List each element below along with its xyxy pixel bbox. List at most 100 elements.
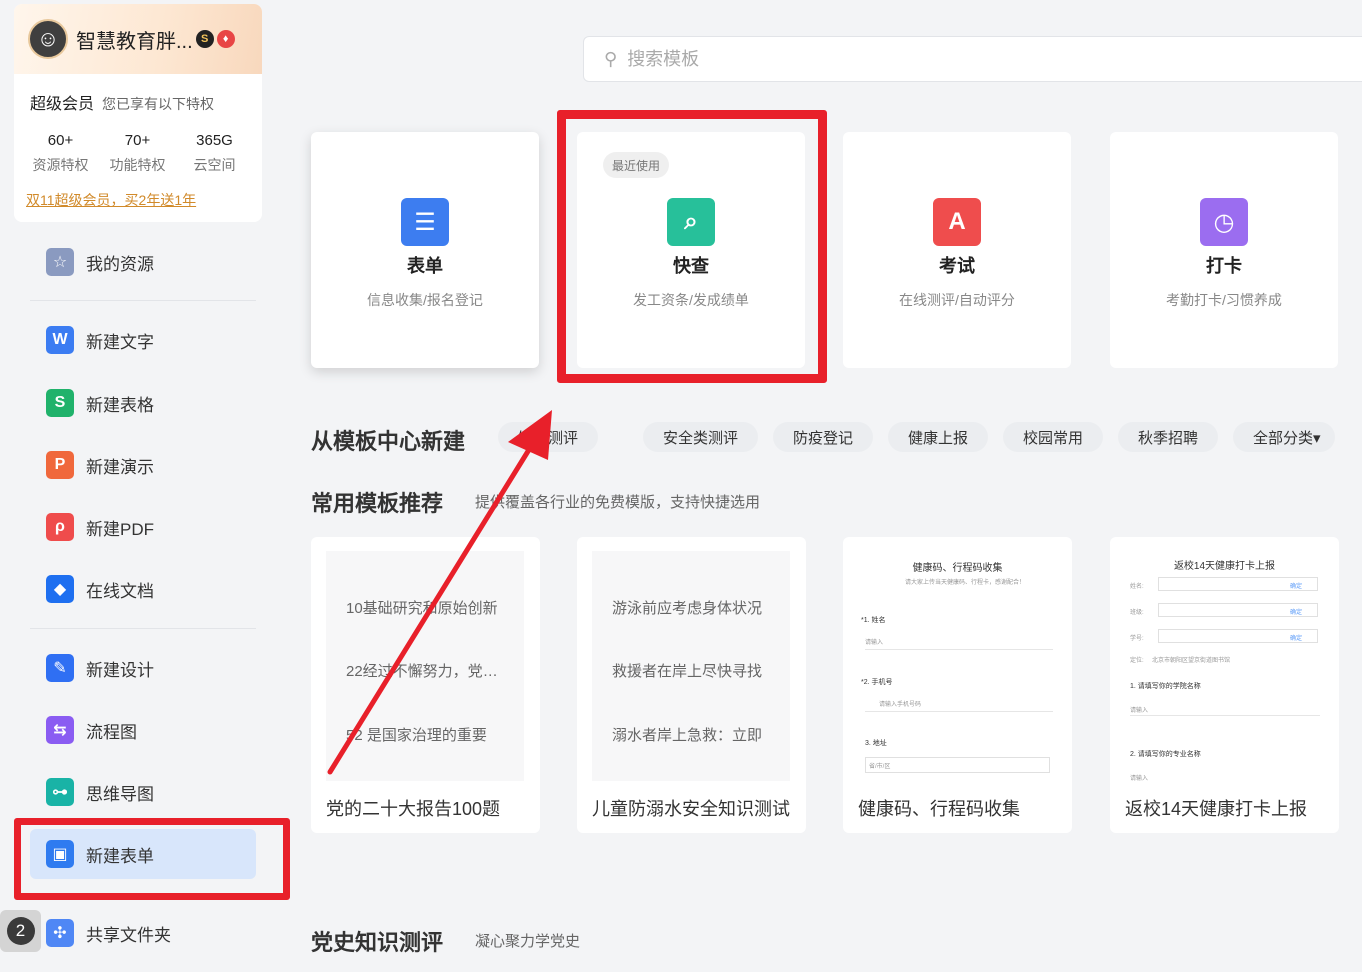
preview-question: 1. 请填写你的学院名称: [1130, 683, 1201, 690]
type-card-desc: 在线测评/自动评分: [899, 292, 1015, 308]
preview-underline: [865, 711, 1053, 712]
profile-card[interactable]: ☺ 智慧教育胖... S ♦ 超级会员 您已享有以下特权 60+ 资源特权 70…: [14, 4, 262, 222]
stat-value: 60+: [47, 132, 74, 149]
preview-title: 健康码、行程码收集: [912, 563, 1003, 574]
sidebar-item-new-spreadsheet[interactable]: S 新建表格: [30, 378, 256, 428]
sidebar-item-flowchart[interactable]: ⇆ 流程图: [30, 705, 256, 755]
template-card[interactable]: 10基础研究和原始创新 22经过不懈努力，党中央 52 是国家治理的重要 党的二…: [311, 537, 540, 833]
stat-resources[interactable]: 60+ 资源特权: [22, 132, 99, 175]
template-name: 党的二十大报告100题: [326, 799, 501, 819]
preview-line: 溺水者岸上急救：立即: [612, 727, 763, 744]
member-title: 超级会员: [30, 96, 95, 113]
preview-question: 3. 地址: [865, 740, 887, 747]
stat-label: 资源特权: [32, 157, 89, 173]
chip-autumn-recruit[interactable]: 秋季招聘: [1118, 422, 1219, 452]
template-card[interactable]: 游泳前应考虑身体状况 救援者在岸上尽快寻找 溺水者岸上急救：立即 儿童防溺水安全…: [577, 537, 806, 833]
preview-field-label: 学号:: [1130, 636, 1144, 642]
search-icon: ⚲: [604, 48, 618, 69]
sidebar-item-new-design[interactable]: ✎ 新建设计: [30, 643, 256, 693]
template-preview: 返校14天健康打卡上报 姓名: 确定 班级: 确定 学号: 确定 定位: 北京市…: [1122, 549, 1327, 782]
party-section-subtitle: 凝心聚力学党史: [475, 933, 581, 950]
party-section-title: 党史知识测评: [311, 930, 444, 955]
stat-label: 云空间: [193, 157, 236, 173]
preview-underline: [865, 649, 1053, 650]
sidebar-item-mindmap[interactable]: ⊶ 思维导图: [30, 767, 256, 817]
vip-flame-badge-icon: ♦: [216, 30, 235, 48]
exam-icon: A: [933, 198, 981, 246]
avatar[interactable]: ☺: [28, 19, 68, 59]
star-icon: ☆: [46, 248, 74, 276]
cloud-doc-icon: ◆: [46, 575, 74, 603]
sidebar-item-new-pdf[interactable]: ρ 新建PDF: [30, 502, 256, 552]
recommend-subtitle: 提供覆盖各行业的免费模版，支持快捷选用: [475, 494, 761, 511]
chip-health-report[interactable]: 健康上报: [888, 422, 989, 452]
member-row: 超级会员 您已享有以下特权: [14, 74, 262, 114]
preview-note: 请大家上传当天健康码、行程卡，感谢配合！: [905, 580, 1026, 586]
chip-safety-test[interactable]: 安全类测评: [643, 422, 759, 452]
type-card-clock-in[interactable]: ◷ 打卡 考勤打卡/习惯养成: [1110, 132, 1338, 368]
template-preview: 健康码、行程码收集 请大家上传当天健康码、行程卡，感谢配合！ *1. 姓名 请输…: [855, 549, 1060, 781]
user-name[interactable]: 智慧教育胖...: [76, 25, 193, 54]
share-folder-icon: ✣: [46, 919, 74, 947]
sidebar-item-online-doc[interactable]: ◆ 在线文档: [30, 564, 256, 614]
template-preview: 游泳前应考虑身体状况 救援者在岸上尽快寻找 溺水者岸上急救：立即: [592, 551, 790, 781]
preview-question: 2. 请填写你的专业名称: [1130, 751, 1201, 758]
sidebar-item-my-resources[interactable]: ☆ 我的资源: [30, 237, 256, 287]
sidebar-item-new-word[interactable]: W 新建文字: [30, 315, 256, 365]
design-icon: ✎: [46, 654, 74, 682]
preview-placeholder: 请输入: [865, 640, 884, 646]
profile-header: ☺ 智慧教育胖... S ♦: [14, 4, 262, 74]
sidebar-item-label: 在线文档: [86, 581, 154, 601]
super-member-badge-icon: S: [195, 30, 214, 48]
template-name: 返校14天健康打卡上报: [1125, 799, 1308, 819]
step-number: 2: [6, 917, 35, 945]
search-box[interactable]: ⚲: [583, 36, 1362, 82]
chip-epidemic-register[interactable]: 防疫登记: [773, 422, 874, 452]
stat-label: 功能特权: [109, 157, 166, 173]
type-card-exam[interactable]: A 考试 在线测评/自动评分: [843, 132, 1071, 368]
template-card[interactable]: 健康码、行程码收集 请大家上传当天健康码、行程卡，感谢配合！ *1. 姓名 请输…: [843, 537, 1072, 833]
type-card-form[interactable]: ☰ 表单 信息收集/报名登记: [311, 132, 539, 368]
preview-confirm: 确定: [1290, 584, 1303, 590]
template-center-title: 从模板中心新建: [311, 429, 466, 454]
recommend-title: 常用模板推荐: [311, 491, 444, 516]
chip-all-categories[interactable]: 全部分类▾: [1233, 422, 1335, 452]
word-icon: W: [46, 326, 74, 354]
stat-value: 365G: [196, 132, 233, 149]
preview-location: 北京市朝阳区望京街道图书馆: [1152, 658, 1231, 664]
preview-location-label: 定位:: [1130, 658, 1144, 664]
sidebar-item-label: 新建文字: [86, 332, 154, 352]
stat-cloud-space[interactable]: 365G 云空间: [176, 132, 253, 175]
sidebar-divider: [30, 628, 256, 629]
type-card-title: 打卡: [1206, 256, 1242, 276]
sidebar: ☺ 智慧教育胖... S ♦ 超级会员 您已享有以下特权 60+ 资源特权 70…: [0, 0, 290, 972]
member-stats: 60+ 资源特权 70+ 功能特权 365G 云空间: [14, 114, 262, 175]
preview-placeholder: 请输入: [1130, 708, 1149, 714]
preview-question: *1. 姓名: [861, 617, 886, 624]
highlight-box-quick-query: [557, 110, 827, 383]
chip-campus-common[interactable]: 校园常用: [1003, 422, 1104, 452]
mindmap-icon: ⊶: [46, 778, 74, 806]
template-card[interactable]: 返校14天健康打卡上报 姓名: 确定 班级: 确定 学号: 确定 定位: 北京市…: [1110, 537, 1339, 833]
preview-field-label: 班级:: [1130, 610, 1144, 616]
chip-knowledge-test[interactable]: 知识测评: [498, 422, 599, 452]
preview-line: 10基础研究和原始创新: [346, 600, 498, 617]
sidebar-item-shared-folder[interactable]: ✣ 共享文件夹: [30, 908, 256, 958]
member-subtitle: 您已享有以下特权: [102, 96, 215, 112]
presentation-icon: P: [46, 451, 74, 479]
sidebar-item-label: 共享文件夹: [86, 925, 171, 945]
stat-features[interactable]: 70+ 功能特权: [99, 132, 176, 175]
template-preview: 10基础研究和原始创新 22经过不懈努力，党中央 52 是国家治理的重要: [326, 551, 524, 781]
search-input[interactable]: [627, 48, 1028, 70]
list-form-icon: ☰: [401, 198, 449, 246]
step-badge: 2: [0, 910, 41, 952]
template-name: 儿童防溺水安全知识测试: [592, 799, 790, 819]
sidebar-item-new-presentation[interactable]: P 新建演示: [30, 440, 256, 490]
promo-link[interactable]: 双11超级会员，买2年送1年: [26, 190, 196, 210]
preview-placeholder: 请输入手机号码: [879, 702, 922, 708]
sidebar-item-label: 我的资源: [86, 254, 154, 274]
highlight-box-new-form: [14, 818, 290, 900]
preview-line: 游泳前应考虑身体状况: [612, 600, 763, 617]
preview-placeholder: 省/市/区: [869, 764, 891, 770]
preview-select-box: [865, 757, 1050, 773]
